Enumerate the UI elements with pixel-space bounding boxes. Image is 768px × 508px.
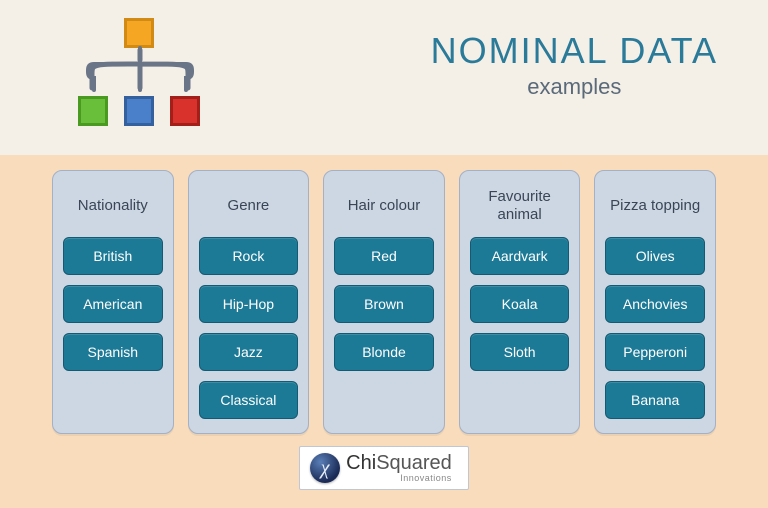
page-subtitle: examples (431, 74, 718, 100)
card-nationality: Nationality British American Spanish (52, 170, 174, 434)
category-cards: Nationality British American Spanish Gen… (52, 170, 716, 434)
chip: Rock (199, 237, 299, 275)
header: NOMINAL DATA examples (0, 0, 768, 155)
logo-sub: Innovations (400, 474, 452, 483)
card-pizza-topping: Pizza topping Olives Anchovies Pepperoni… (594, 170, 716, 434)
logo-name-a: Chi (346, 452, 376, 474)
logo-name: ChiSquared (346, 453, 452, 473)
title-block: NOMINAL DATA examples (431, 30, 718, 100)
card-favourite-animal: Favourite animal Aardvark Koala Sloth (459, 170, 581, 434)
card-genre: Genre Rock Hip-Hop Jazz Classical (188, 170, 310, 434)
chip: British (63, 237, 163, 275)
card-title: Favourite animal (470, 183, 570, 229)
chip: Koala (470, 285, 570, 323)
logo-text: ChiSquared Innovations (346, 453, 452, 483)
card-title: Nationality (63, 183, 163, 229)
box-orange-icon (124, 18, 154, 48)
logo-name-b: Squared (376, 452, 452, 474)
chip: Anchovies (605, 285, 705, 323)
chip: Spanish (63, 333, 163, 371)
chip: Brown (334, 285, 434, 323)
chip: Sloth (470, 333, 570, 371)
box-red-icon (170, 96, 200, 126)
chip: Banana (605, 381, 705, 419)
logo: χ ChiSquared Innovations (299, 446, 469, 490)
box-blue-icon (124, 96, 154, 126)
chip: Classical (199, 381, 299, 419)
chip: American (63, 285, 163, 323)
logo-mark-icon: χ (310, 453, 340, 483)
footer: χ ChiSquared Innovations (0, 446, 768, 490)
chip: Pepperoni (605, 333, 705, 371)
chip: Red (334, 237, 434, 275)
card-hair-colour: Hair colour Red Brown Blonde (323, 170, 445, 434)
chip: Hip-Hop (199, 285, 299, 323)
chip: Olives (605, 237, 705, 275)
card-title: Genre (199, 183, 299, 229)
chip: Jazz (199, 333, 299, 371)
card-title: Hair colour (334, 183, 434, 229)
card-title: Pizza topping (605, 183, 705, 229)
connector-bracket-icon (60, 46, 220, 98)
chip: Aardvark (470, 237, 570, 275)
hierarchy-icon (60, 18, 220, 138)
box-green-icon (78, 96, 108, 126)
chip: Blonde (334, 333, 434, 371)
page-title: NOMINAL DATA (431, 30, 718, 72)
